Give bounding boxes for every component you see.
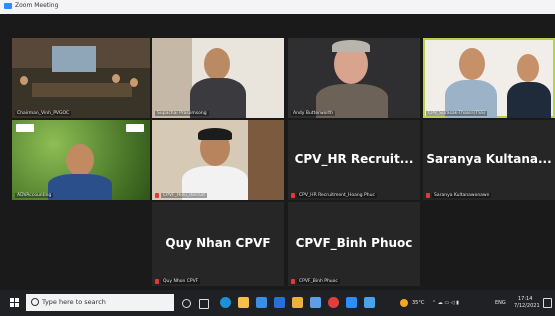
title-bar: Zoom Meeting bbox=[0, 0, 555, 14]
participant-display-name: CPVF_Binh Phuoc bbox=[295, 235, 413, 250]
participant-name: CPV_Surasak-Thaisri(TSS) bbox=[426, 111, 488, 116]
windows-start-icon[interactable] bbox=[10, 298, 20, 308]
participant-name: Saranya Kultanawonawn bbox=[432, 193, 492, 198]
participant-name: Chairman_Vinh_PVGOC bbox=[15, 111, 72, 116]
muted-mic-icon bbox=[155, 193, 159, 198]
app-icon[interactable] bbox=[364, 297, 375, 308]
video-tile[interactable]: Saranya Kultana... Saranya Kultanawonawn bbox=[423, 120, 555, 200]
room-background bbox=[152, 38, 192, 118]
participant-name: Supachai Prasomsong bbox=[155, 111, 209, 116]
system-tray-icons[interactable]: ⌃ ☁ ▭ ◁ ▮ bbox=[432, 300, 459, 306]
participant-head bbox=[517, 54, 539, 82]
video-tile[interactable]: CPVF_Hieu_Recruit bbox=[152, 120, 284, 200]
video-tile-active-speaker[interactable]: CPV_Surasak-Thaisri(TSS) bbox=[423, 38, 555, 118]
search-icon bbox=[31, 298, 39, 306]
participant-name: Andy Butterworth bbox=[291, 111, 335, 116]
windows-taskbar: Type here to search 35°C ⌃ ☁ ▭ ◁ ▮ ENG 1… bbox=[0, 290, 555, 316]
video-tile[interactable]: CPV_HR Recruit... CPV_HR Recruitment_Hoa… bbox=[288, 120, 420, 200]
weather-temp: 35°C bbox=[412, 300, 425, 306]
video-tile[interactable]: ADVAccounting bbox=[12, 120, 150, 200]
window-title: Zoom Meeting bbox=[15, 2, 59, 9]
edge-icon[interactable] bbox=[220, 297, 231, 308]
muted-mic-icon bbox=[426, 193, 430, 198]
participant-head bbox=[130, 78, 138, 87]
video-gallery: Chairman_Vinh_PVGOC Supachai Prasomsong … bbox=[0, 14, 555, 290]
participant-body bbox=[507, 82, 551, 118]
participant-name: CPVF_Binh Phuoc bbox=[297, 279, 340, 284]
folder-icon[interactable] bbox=[292, 297, 303, 308]
logo-badge bbox=[16, 124, 34, 132]
video-tile[interactable]: Chairman_Vinh_PVGOC bbox=[12, 38, 150, 118]
chrome-icon[interactable] bbox=[328, 297, 339, 308]
wall-screen bbox=[52, 46, 96, 72]
logo-badge bbox=[126, 124, 144, 132]
participant-name: ADVAccounting bbox=[15, 193, 54, 198]
participant-head bbox=[112, 74, 120, 83]
participant-display-name: Quy Nhan CPVF bbox=[165, 235, 271, 250]
participant-head bbox=[459, 48, 485, 80]
notification-icon[interactable] bbox=[543, 298, 552, 308]
video-tile[interactable]: Andy Butterworth bbox=[288, 38, 420, 118]
participant-head bbox=[66, 144, 94, 176]
cortana-icon[interactable] bbox=[182, 299, 191, 308]
language-indicator[interactable]: ENG bbox=[495, 300, 506, 306]
zoom-app-icon bbox=[4, 3, 12, 9]
participant-hair bbox=[332, 40, 370, 52]
muted-mic-icon bbox=[291, 193, 295, 198]
video-tile[interactable]: CPVF_Binh Phuoc CPVF_Binh Phuoc bbox=[288, 202, 420, 286]
participant-head bbox=[204, 48, 230, 80]
file-explorer-icon[interactable] bbox=[238, 297, 249, 308]
search-placeholder: Type here to search bbox=[42, 298, 106, 306]
store-icon[interactable] bbox=[256, 297, 267, 308]
clock-time[interactable]: 17:14 bbox=[518, 296, 532, 302]
clock-date[interactable]: 7/12/2021 bbox=[514, 303, 540, 309]
video-tile[interactable]: Supachai Prasomsong bbox=[152, 38, 284, 118]
conference-table bbox=[32, 83, 132, 97]
participant-body bbox=[48, 174, 112, 200]
participant-name: CPVF_Hieu_Recruit bbox=[161, 193, 208, 198]
weather-icon[interactable] bbox=[400, 299, 408, 307]
app-icon[interactable] bbox=[310, 297, 321, 308]
taskbar-search-input[interactable]: Type here to search bbox=[26, 294, 174, 311]
participant-name: CPV_HR Recruitment_Hoang Phuc bbox=[297, 193, 377, 198]
video-tile[interactable]: Quy Nhan CPVF Quy Nhon CPVF bbox=[152, 202, 284, 286]
mail-icon[interactable] bbox=[274, 297, 285, 308]
participant-name: Quy Nhon CPVF bbox=[161, 279, 201, 284]
muted-mic-icon bbox=[155, 279, 159, 284]
participant-hair bbox=[198, 128, 232, 140]
zoom-taskbar-icon[interactable] bbox=[346, 297, 357, 308]
task-view-icon[interactable] bbox=[199, 299, 209, 309]
room-door bbox=[248, 120, 284, 200]
participant-head bbox=[20, 76, 28, 85]
muted-mic-icon bbox=[291, 279, 295, 284]
participant-display-name: Saranya Kultana... bbox=[426, 152, 552, 166]
zoom-window: Zoom Meeting Chairman_Vinh_PVGOC Supacha… bbox=[0, 0, 555, 316]
participant-display-name: CPV_HR Recruit... bbox=[294, 152, 414, 166]
